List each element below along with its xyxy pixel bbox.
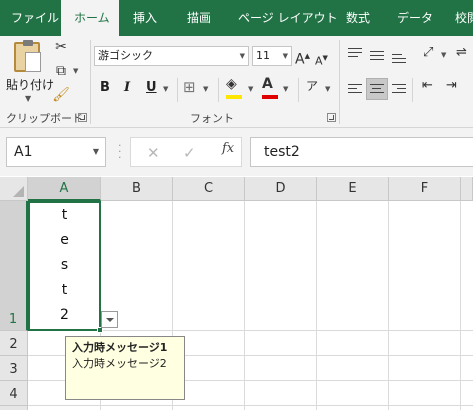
cut-icon[interactable]: ✂ <box>52 38 70 56</box>
enter-check-icon[interactable]: ✓ <box>183 143 196 163</box>
tab-insert[interactable]: 挿入 <box>133 0 157 36</box>
row-number: 4 <box>9 387 18 402</box>
group-divider <box>90 40 91 124</box>
tab-page-layout[interactable]: ページ レイアウト <box>238 0 338 36</box>
gridline <box>316 201 317 410</box>
clipboard-launcher-icon[interactable] <box>78 113 87 122</box>
formula-input[interactable]: test2 <box>250 137 473 167</box>
gridline <box>460 201 461 410</box>
decrease-indent-icon[interactable]: ⇤ <box>422 77 433 95</box>
chevron-down-icon[interactable]: ▼ <box>441 51 446 59</box>
font-shrink-icon[interactable]: A▼ <box>315 49 328 71</box>
name-box-value: A1 <box>14 144 33 160</box>
font-size-value: 11 <box>256 49 270 62</box>
resize-handle-icon[interactable]: · · · <box>118 140 122 163</box>
chevron-down-icon[interactable]: ▼ <box>73 67 78 75</box>
font-color-icon[interactable]: A <box>262 75 273 93</box>
row-number: 3 <box>9 362 18 377</box>
row-header-4[interactable]: 4 <box>0 381 28 406</box>
tab-data[interactable]: データ <box>397 0 433 36</box>
font-group-label: フォント <box>190 112 234 125</box>
align-right-icon[interactable] <box>392 84 406 96</box>
column-header-b[interactable]: B <box>101 177 173 201</box>
tab-review[interactable]: 校閲 <box>455 0 473 36</box>
tab-draw[interactable]: 描画 <box>187 0 211 36</box>
borders-icon[interactable]: ⊞ <box>183 78 196 96</box>
insert-function-button[interactable]: fx <box>222 141 234 156</box>
row-header-2[interactable]: 2 <box>0 331 28 356</box>
tab-file[interactable]: ファイル <box>11 0 59 36</box>
chevron-down-icon: ▼ <box>282 52 288 60</box>
validation-dropdown-arrow-icon[interactable] <box>101 311 118 328</box>
align-bottom-icon[interactable] <box>392 54 406 66</box>
input-message-tooltip: 入力時メッセージ1 入力時メッセージ2 <box>65 336 185 400</box>
font-grow-icon[interactable]: A▲ <box>295 47 310 69</box>
chevron-down-icon: ▼ <box>25 94 32 103</box>
gridline <box>28 405 473 406</box>
chevron-down-icon[interactable]: ▼ <box>248 85 253 93</box>
orientation-icon[interactable]: ⤢ <box>423 44 433 62</box>
input-message-text: 入力時メッセージ2 <box>72 357 167 370</box>
font-name-value: 游ゴシック <box>98 49 153 62</box>
phonetic-guide-icon[interactable]: ア <box>306 77 318 95</box>
worksheet-grid: A B C D E F 1 2 3 4 t e s t 2 入力時メッセージ1 … <box>0 177 473 410</box>
group-divider <box>218 78 219 102</box>
tab-formulas[interactable]: 数式 <box>346 0 370 36</box>
name-box[interactable]: A1 ▼ <box>6 137 106 167</box>
column-header-g[interactable] <box>461 177 473 201</box>
font-color-swatch <box>262 95 278 99</box>
wrap-text-icon[interactable]: ⇌ <box>456 44 467 62</box>
tab-home[interactable]: ホーム <box>61 0 119 36</box>
group-divider <box>412 78 413 102</box>
gridline <box>244 201 245 410</box>
row-number: 1 <box>8 312 18 327</box>
paste-icon <box>14 40 41 72</box>
fill-color-icon[interactable]: ◈ <box>226 75 237 93</box>
chevron-down-icon[interactable]: ▼ <box>163 85 168 93</box>
ribbon-home: 貼り付け ▼ ✂ ⧉ ▼ 🖌 クリップボード 游ゴシック ▼ 11 ▼ A▲ A… <box>0 36 473 128</box>
ribbon-tab-bar: ファイル ホーム 挿入 描画 ページ レイアウト 数式 データ 校閲 <box>0 0 473 36</box>
row-header-1[interactable]: 1 <box>0 201 28 331</box>
column-header-e[interactable]: E <box>317 177 389 201</box>
gridline <box>388 201 389 410</box>
selected-cell-a1[interactable] <box>28 201 101 331</box>
select-all-button[interactable] <box>0 177 28 201</box>
group-divider <box>339 40 340 124</box>
increase-indent-icon[interactable]: ⇥ <box>446 77 457 95</box>
column-header-a[interactable]: A <box>28 177 101 201</box>
formula-bar: A1 ▼ · · · ✕ ✓ fx test2 <box>0 128 473 176</box>
copy-icon[interactable]: ⧉ <box>52 62 70 80</box>
column-header-d[interactable]: D <box>245 177 317 201</box>
group-divider <box>298 78 299 102</box>
format-painter-icon[interactable]: 🖌 <box>52 86 70 104</box>
align-center-icon[interactable] <box>370 84 384 96</box>
chevron-down-icon[interactable]: ▼ <box>325 85 330 93</box>
align-left-icon[interactable] <box>348 84 362 96</box>
group-divider <box>177 78 178 102</box>
underline-button[interactable]: U <box>146 80 157 95</box>
column-header-c[interactable]: C <box>173 177 245 201</box>
cancel-icon[interactable]: ✕ <box>147 143 160 163</box>
chevron-down-icon: ▼ <box>92 147 99 156</box>
clipboard-group-label: クリップボード <box>6 112 83 125</box>
fill-color-swatch <box>226 95 242 99</box>
align-top-icon[interactable] <box>348 48 362 60</box>
chevron-down-icon[interactable]: ▼ <box>203 85 208 93</box>
italic-button[interactable]: I <box>124 80 130 95</box>
font-launcher-icon[interactable] <box>327 113 336 122</box>
row-number: 2 <box>9 337 18 352</box>
font-size-select[interactable]: 11 ▼ <box>252 46 292 66</box>
column-header-f[interactable]: F <box>389 177 461 201</box>
input-message-title: 入力時メッセージ1 <box>72 341 168 354</box>
row-header-3[interactable]: 3 <box>0 356 28 381</box>
chevron-down-icon[interactable]: ▼ <box>283 85 288 93</box>
font-name-select[interactable]: 游ゴシック ▼ <box>94 46 249 66</box>
row-header-5[interactable] <box>0 406 28 410</box>
chevron-down-icon: ▼ <box>239 52 245 60</box>
paste-label: 貼り付け <box>6 78 55 92</box>
align-middle-icon[interactable] <box>370 51 384 63</box>
bold-button[interactable]: B <box>100 80 110 95</box>
